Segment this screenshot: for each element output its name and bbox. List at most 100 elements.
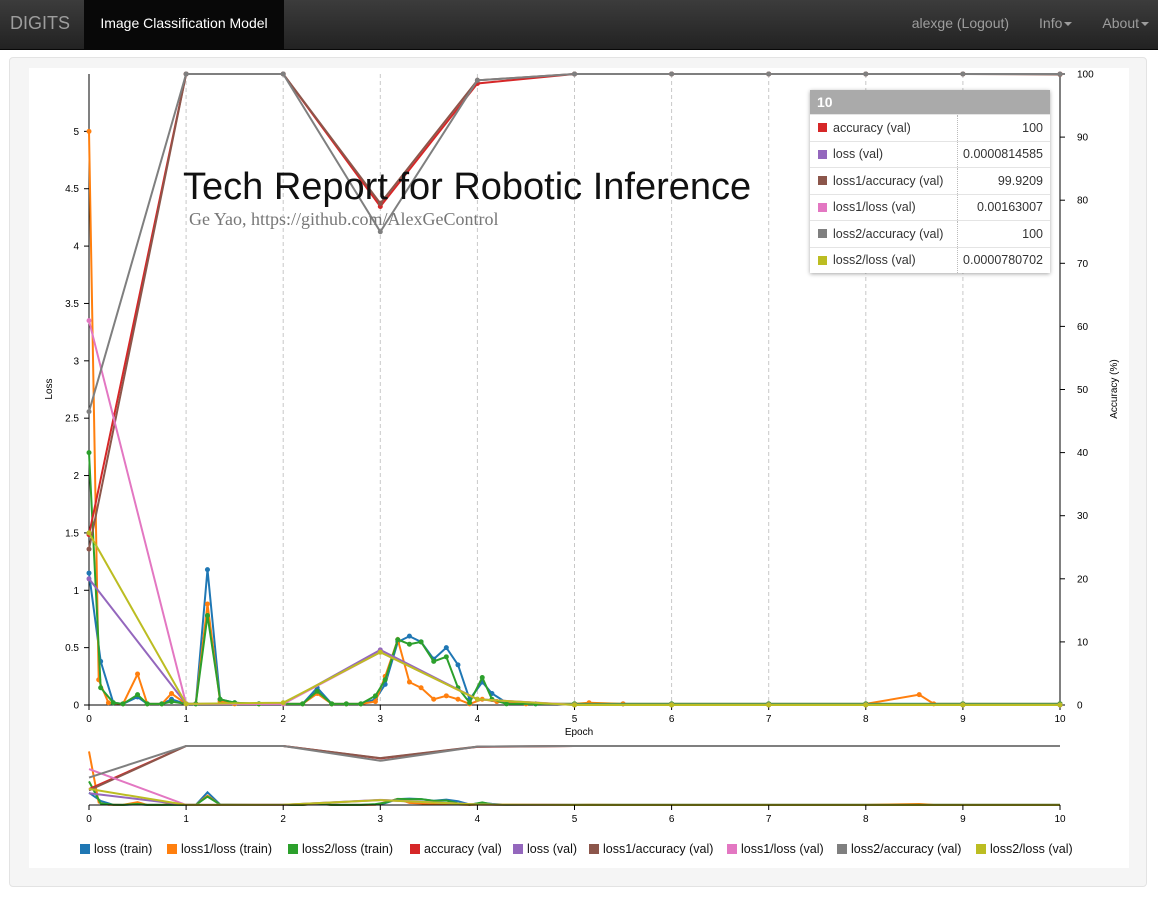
legend-item[interactable]: loss2/accuracy (val) <box>837 842 961 856</box>
data-point <box>479 674 485 680</box>
data-point <box>443 654 449 660</box>
legend-swatch <box>167 844 177 854</box>
data-point <box>863 71 869 77</box>
tooltip-header: 10 <box>810 90 1050 114</box>
legend-item[interactable]: loss2/loss (val) <box>976 842 1073 856</box>
data-point <box>120 701 126 707</box>
data-point <box>86 128 92 134</box>
y-tick-label: 3.5 <box>65 299 79 310</box>
x-axis-label: Epoch <box>565 727 593 738</box>
context-x-tick-label: 3 <box>378 814 384 825</box>
legend-label: loss2/loss (val) <box>990 842 1073 856</box>
y-tick-label: 1 <box>73 586 79 597</box>
tooltip-value: 0.0000814585 <box>963 147 1043 162</box>
data-point <box>431 696 437 702</box>
tooltip-series-name: loss1/loss (val) <box>833 200 916 215</box>
legend-label: loss1/accuracy (val) <box>603 842 714 856</box>
data-point <box>572 71 577 77</box>
data-point <box>169 691 175 697</box>
data-point <box>135 671 141 677</box>
context-x-tick-label: 6 <box>669 814 675 825</box>
context-chart[interactable]: 0 1 2 3 4 5 6 7 8 9 10 <box>86 745 1066 825</box>
context-series-line <box>88 745 1060 779</box>
data-point <box>144 701 150 707</box>
y-tick-label: 5 <box>73 127 79 138</box>
x-tick-label: 6 <box>669 714 675 725</box>
tooltip-swatch <box>818 149 827 159</box>
context-x-tick-label: 2 <box>280 814 286 825</box>
tooltip-row: accuracy (val) 100 <box>810 114 1050 141</box>
y2-tick-label: 90 <box>1077 133 1089 144</box>
tooltip-row: loss1/loss (val) 0.00163007 <box>810 193 1050 220</box>
tooltip-swatch <box>818 123 827 133</box>
context-x-tick-label: 10 <box>1054 814 1066 825</box>
data-point <box>105 700 111 706</box>
data-point <box>431 658 437 664</box>
legend-item[interactable]: loss1/loss (val) <box>727 842 824 856</box>
data-point <box>474 77 480 83</box>
data-point <box>86 318 92 324</box>
legend-label: loss1/loss (val) <box>741 842 824 856</box>
tooltip-swatch <box>818 176 827 186</box>
data-point <box>343 701 349 707</box>
tooltip-key: loss1/accuracy (val) <box>810 168 958 194</box>
data-point <box>474 696 480 702</box>
y-tick-label: 1.5 <box>65 528 79 539</box>
y2-axis-label: Accuracy (%) <box>1109 359 1120 418</box>
tooltip-series-name: accuracy (val) <box>833 120 911 135</box>
x-tick-label: 0 <box>86 714 92 725</box>
y2-tick-label: 30 <box>1077 511 1089 522</box>
y-tick-label: 0.5 <box>65 643 79 654</box>
data-point <box>135 692 141 698</box>
data-point <box>183 71 189 77</box>
data-point <box>280 700 286 706</box>
data-point <box>377 649 383 655</box>
tooltip-row: loss2/loss (val) 0.0000780702 <box>810 246 1050 273</box>
data-point <box>86 450 92 456</box>
data-point <box>572 702 577 708</box>
tooltip-key: loss1/loss (val) <box>810 194 958 220</box>
y2-tick-label: 40 <box>1077 448 1089 459</box>
legend-item[interactable]: loss2/loss (train) <box>288 842 393 856</box>
data-point <box>418 639 424 645</box>
legend-label: loss (train) <box>94 842 153 856</box>
x-tick-label: 10 <box>1054 714 1066 725</box>
context-x-tick-label: 1 <box>183 814 189 825</box>
tooltip-value: 0.0000780702 <box>963 253 1043 268</box>
legend-item[interactable]: accuracy (val) <box>410 842 502 856</box>
data-point <box>455 662 461 668</box>
tooltip-swatch <box>818 229 827 239</box>
legend-swatch <box>727 844 737 854</box>
legend-item[interactable]: loss (val) <box>513 842 577 856</box>
data-point <box>86 546 92 552</box>
data-point <box>863 702 869 708</box>
data-point <box>110 700 116 706</box>
data-point <box>766 702 772 708</box>
tooltip-value: 100 <box>1022 120 1043 135</box>
data-point <box>358 701 364 707</box>
context-series-line <box>88 790 1060 806</box>
data-point <box>395 637 401 643</box>
legend-item[interactable]: loss (train) <box>80 842 152 856</box>
data-point <box>329 701 335 707</box>
x-tick-label: 7 <box>766 714 772 725</box>
data-point <box>98 685 104 691</box>
y-tick-label: 0 <box>73 701 79 712</box>
legend-item[interactable]: loss1/accuracy (val) <box>589 842 713 856</box>
data-point <box>766 71 772 77</box>
data-point <box>443 693 449 699</box>
context-x-tick-label: 5 <box>572 814 578 825</box>
legend-label: loss1/loss (train) <box>181 842 272 856</box>
tooltip-row: loss (val) 0.0000814585 <box>810 140 1050 167</box>
data-point <box>159 701 165 707</box>
tooltip-row: loss1/accuracy (val) 99.9209 <box>810 167 1050 194</box>
y2-tick-label: 10 <box>1077 637 1089 648</box>
legend-item[interactable]: loss1/loss (train) <box>167 842 272 856</box>
data-point <box>382 677 388 683</box>
y2-tick-label: 100 <box>1077 70 1094 81</box>
report-subtitle: Ge Yao, https://github.com/AlexGeControl <box>189 209 499 229</box>
data-point <box>372 693 378 699</box>
y-tick-label: 4.5 <box>65 184 79 195</box>
tooltip-value: 0.00163007 <box>976 200 1043 215</box>
legend-label: loss2/loss (train) <box>302 842 393 856</box>
